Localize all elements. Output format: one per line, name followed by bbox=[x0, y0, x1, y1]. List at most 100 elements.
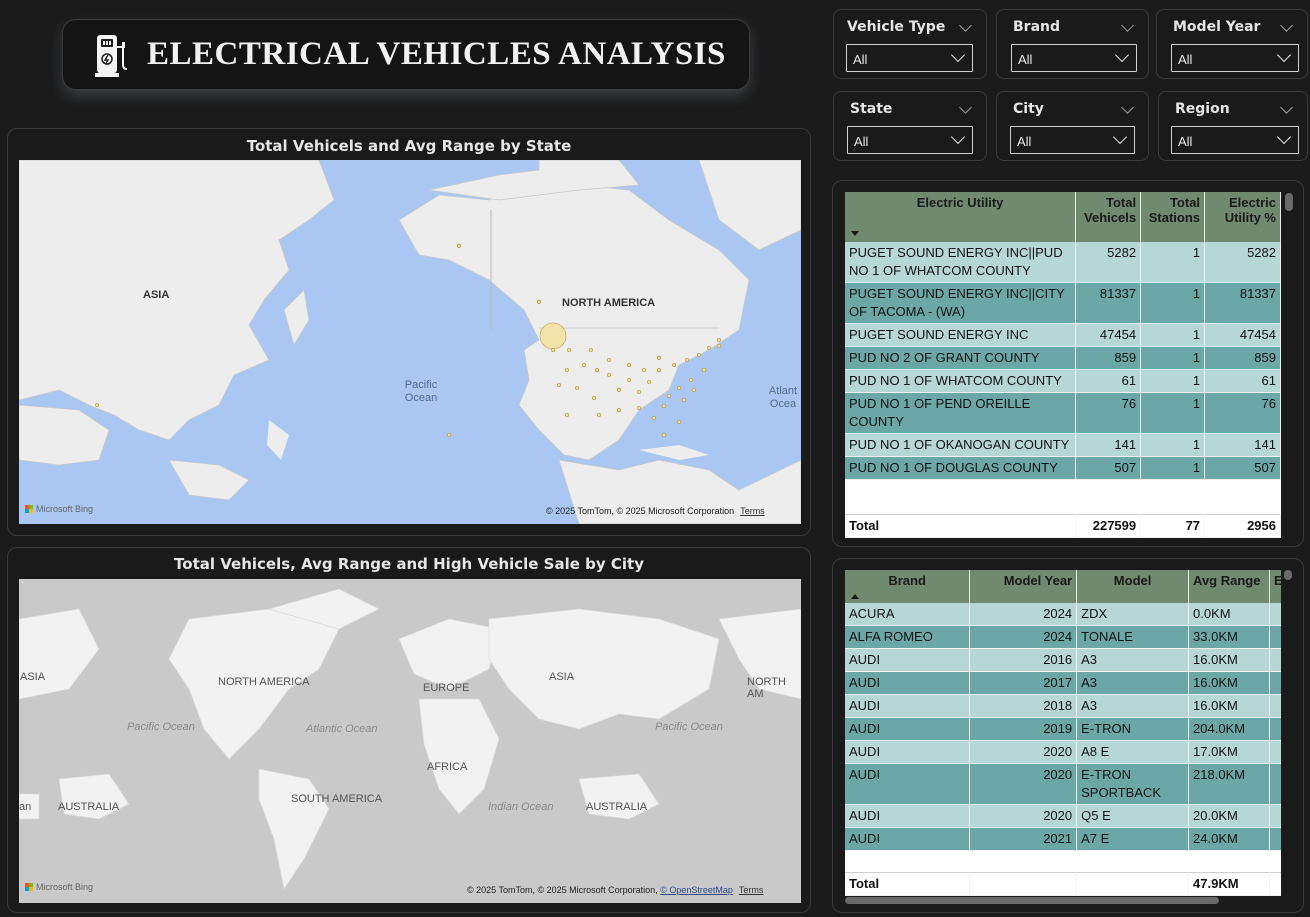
osm-link[interactable]: © OpenStreetMap bbox=[660, 885, 733, 895]
col-electric-utility[interactable]: Electric Utility bbox=[845, 192, 1077, 242]
partial-cell bbox=[1269, 648, 1281, 672]
table-row[interactable]: AUDI 2018 A3 16.0KM bbox=[845, 694, 1281, 718]
total-label: Total bbox=[845, 514, 1077, 538]
utility-name: PUGET SOUND ENERGY INC||CITY OF TACOMA -… bbox=[845, 282, 1077, 324]
chevron-down-icon bbox=[1276, 129, 1292, 145]
col-avg-range[interactable]: Avg Range bbox=[1188, 570, 1270, 603]
utility-pct: 5282 bbox=[1204, 242, 1281, 283]
avg-range: 33.0KM bbox=[1188, 625, 1270, 649]
brand-dropdown[interactable]: All bbox=[1011, 44, 1137, 72]
table-row[interactable]: PUD NO 2 OF GRANT COUNTY 859 1 859 bbox=[845, 346, 1281, 370]
title-banner: ELECTRICAL VEHICLES ANALYSIS bbox=[62, 19, 750, 90]
table-row[interactable]: PUGET SOUND ENERGY INC||PUD NO 1 OF WHAT… bbox=[845, 242, 1281, 283]
col-electric-utility-pct[interactable]: Electric Utility % bbox=[1204, 192, 1281, 242]
dropdown-value: All bbox=[1178, 134, 1193, 149]
terms-link[interactable]: Terms bbox=[739, 885, 764, 895]
col-label: Model bbox=[1113, 573, 1152, 588]
model-year: 2020 bbox=[969, 740, 1078, 764]
total-utility-pct: 2956 bbox=[1204, 514, 1281, 538]
city-map[interactable]: ASIA NORTH AMERICA EUROPE ASIA NORTH AM … bbox=[19, 579, 801, 903]
dropdown-value: All bbox=[853, 52, 868, 67]
table-row[interactable]: AUDI 2017 A3 16.0KM bbox=[845, 671, 1281, 695]
horizontal-scrollbar[interactable] bbox=[845, 897, 1219, 904]
chevron-down-icon[interactable] bbox=[1121, 19, 1134, 32]
partial-cell bbox=[1269, 740, 1281, 764]
avg-range: 16.0KM bbox=[1188, 648, 1270, 672]
vertical-scrollbar[interactable] bbox=[1284, 570, 1292, 580]
table-row[interactable]: AUDI 2021 A7 E 24.0KM bbox=[845, 827, 1281, 851]
col-model[interactable]: Model bbox=[1076, 570, 1190, 603]
table-row[interactable]: AUDI 2019 E-TRON 204.0KM bbox=[845, 717, 1281, 741]
table-row[interactable]: AUDI 2020 A8 E 17.0KM bbox=[845, 740, 1281, 764]
total-row: Total 47.9KM bbox=[845, 872, 1281, 896]
vehicle-type-dropdown[interactable]: All bbox=[846, 44, 973, 72]
asia-label: ASIA bbox=[143, 289, 170, 301]
col-label: Avg Range bbox=[1193, 573, 1261, 588]
col-label: Electric Utility % bbox=[1224, 195, 1276, 225]
table-row[interactable]: ALFA ROMEO 2024 TONALE 33.0KM bbox=[845, 625, 1281, 649]
model-year: 2024 bbox=[969, 625, 1078, 649]
utility-pct: 141 bbox=[1204, 433, 1281, 457]
partial-cell bbox=[1269, 804, 1281, 828]
vertical-scrollbar[interactable] bbox=[1285, 193, 1293, 211]
col-total-stations[interactable]: Total Stations bbox=[1140, 192, 1206, 242]
chevron-down-icon[interactable] bbox=[1121, 101, 1134, 114]
city-slicer: City All bbox=[996, 91, 1149, 161]
total-row: Total 227599 77 2956 bbox=[845, 514, 1281, 538]
col-partial[interactable]: E bbox=[1269, 570, 1281, 603]
chevron-down-icon[interactable] bbox=[1280, 19, 1293, 32]
col-total-vehicles[interactable]: Total Vehicels bbox=[1075, 192, 1142, 242]
model: A7 E bbox=[1076, 827, 1190, 851]
chevron-down-icon[interactable] bbox=[959, 19, 972, 32]
total-vehicles: 141 bbox=[1075, 433, 1142, 457]
region-dropdown[interactable]: All bbox=[1171, 126, 1299, 154]
avg-range: 16.0KM bbox=[1188, 671, 1270, 695]
total-stations: 1 bbox=[1140, 323, 1206, 347]
slicer-label: Region bbox=[1175, 101, 1230, 117]
table-row[interactable]: ACURA 2024 ZDX 0.0KM bbox=[845, 603, 1281, 626]
table-row[interactable]: PUD NO 1 OF OKANOGAN COUNTY 141 1 141 bbox=[845, 433, 1281, 457]
state-dropdown[interactable]: All bbox=[847, 126, 973, 154]
terms-link[interactable]: Terms bbox=[740, 506, 765, 516]
total-vehicles: 507 bbox=[1075, 456, 1142, 480]
city-map-title: Total Vehicels, Avg Range and High Vehic… bbox=[174, 555, 644, 573]
utility-name: PUD NO 1 OF WHATCOM COUNTY bbox=[845, 369, 1077, 393]
table-row[interactable]: AUDI 2020 Q5 E 20.0KM bbox=[845, 804, 1281, 828]
table-row[interactable]: PUGET SOUND ENERGY INC 47454 1 47454 bbox=[845, 323, 1281, 347]
chevron-down-icon[interactable] bbox=[959, 101, 972, 114]
utility-pct: 76 bbox=[1204, 392, 1281, 434]
table-row[interactable]: PUD NO 1 OF PEND OREILLE COUNTY 76 1 76 bbox=[845, 392, 1281, 434]
model-year-dropdown[interactable]: All bbox=[1171, 44, 1299, 72]
model-year: 2020 bbox=[969, 804, 1078, 828]
total-stations: 1 bbox=[1140, 433, 1206, 457]
slicer-label: City bbox=[1013, 101, 1044, 117]
total-stations: 1 bbox=[1140, 346, 1206, 370]
state-map[interactable]: ASIA NORTH AMERICA Pacific Ocean Atlant … bbox=[19, 160, 801, 524]
slicer-label: Vehicle Type bbox=[847, 19, 946, 35]
total-vehicles: 61 bbox=[1075, 369, 1142, 393]
city-dropdown[interactable]: All bbox=[1010, 126, 1135, 154]
model: TONALE bbox=[1076, 625, 1190, 649]
slicer-label: Brand bbox=[1013, 19, 1061, 35]
model: E-TRON SPORTBACK bbox=[1076, 763, 1190, 805]
table-row[interactable]: AUDI 2020 E-TRON SPORTBACK 218.0KM bbox=[845, 763, 1281, 805]
chevron-down-icon[interactable] bbox=[1280, 101, 1293, 114]
vehicle-type-slicer: Vehicle Type All bbox=[833, 9, 987, 79]
col-label: Total Vehicels bbox=[1084, 195, 1137, 225]
microsoft-logo-icon bbox=[25, 883, 33, 891]
total-vehicles: 76 bbox=[1075, 392, 1142, 434]
table-row[interactable]: PUD NO 1 OF DOUGLAS COUNTY 507 1 507 bbox=[845, 456, 1281, 480]
model: Q5 E bbox=[1076, 804, 1190, 828]
total-stations: 1 bbox=[1140, 392, 1206, 434]
col-brand[interactable]: Brand bbox=[845, 570, 971, 603]
model-year: 2020 bbox=[969, 763, 1078, 805]
col-model-year[interactable]: Model Year bbox=[969, 570, 1078, 603]
table-row[interactable]: AUDI 2016 A3 16.0KM bbox=[845, 648, 1281, 672]
brand-table-wrap: Brand Model Year Model Avg Range E ACURA… bbox=[845, 570, 1281, 896]
total-stations: 1 bbox=[1140, 242, 1206, 283]
table-row[interactable]: PUGET SOUND ENERGY INC||CITY OF TACOMA -… bbox=[845, 282, 1281, 324]
table-row[interactable]: PUD NO 1 OF WHATCOM COUNTY 61 1 61 bbox=[845, 369, 1281, 393]
avg-range: 20.0KM bbox=[1188, 804, 1270, 828]
slicer-label: Model Year bbox=[1173, 19, 1261, 35]
total-stations: 77 bbox=[1140, 514, 1206, 538]
